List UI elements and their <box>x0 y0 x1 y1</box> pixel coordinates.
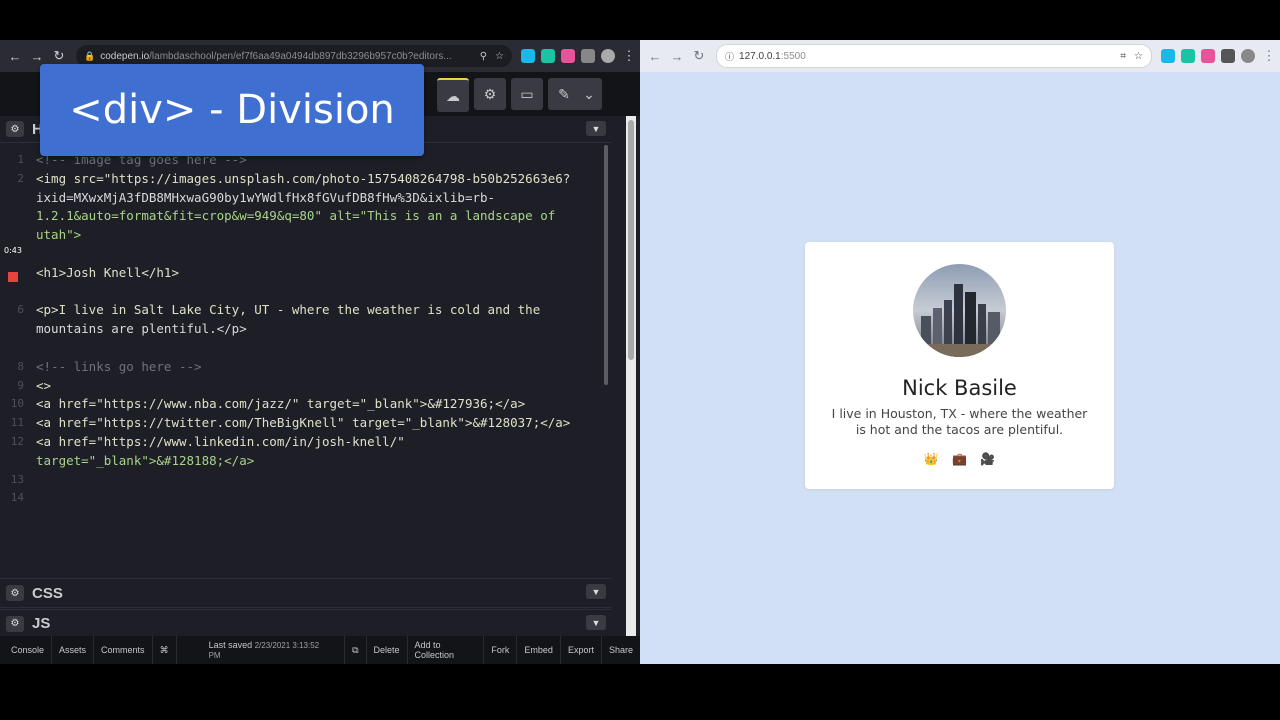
vimeo-extension-icon[interactable] <box>1161 49 1175 63</box>
menu-icon[interactable]: ⋮ <box>618 45 640 67</box>
cloud-icon[interactable]: ☁ <box>437 78 469 112</box>
profile-card: Nick Basile I live in Houston, TX - wher… <box>805 242 1114 489</box>
assets-button[interactable]: Assets <box>52 636 95 664</box>
lesson-title-overlay: <div> - Division <box>40 64 424 156</box>
url-host: 127.0.0.1 <box>739 50 781 62</box>
line-number: 6 <box>17 303 24 317</box>
css-panel-header[interactable]: ⚙ CSS ▼ <box>0 578 612 608</box>
right-browser-chrome: ← → ↻ ⓘ 127.0.0.1 :5500 ⌗ ☆ ⋮ <box>640 40 1280 72</box>
screen: ← → ↻ 🔒 codepen.io /lambdaschool/pen/ef7… <box>0 40 1280 664</box>
menu-icon[interactable]: ⋮ <box>1258 45 1280 67</box>
share-button[interactable]: Share <box>602 636 640 664</box>
css-collapse-chevron-icon[interactable]: ▼ <box>586 584 606 599</box>
puzzle-extension-icon[interactable] <box>1221 49 1235 63</box>
teal-extension-icon[interactable] <box>541 49 555 63</box>
video-camera-link-icon[interactable]: 🎥 <box>980 452 995 466</box>
star-icon[interactable]: ☆ <box>495 51 504 62</box>
comments-button[interactable]: Comments <box>94 636 153 664</box>
html-collapse-chevron-icon[interactable]: ▼ <box>586 121 606 136</box>
url-port: :5500 <box>780 50 806 62</box>
html-settings-gear-icon[interactable]: ⚙ <box>6 121 24 137</box>
codepen-footer: Console Assets Comments ⌘ Last saved 2/2… <box>0 636 640 664</box>
code-line[interactable]: <> <box>36 378 51 393</box>
preview-window: ← → ↻ ⓘ 127.0.0.1 :5500 ⌗ ☆ ⋮ Nick Basil… <box>640 40 1280 664</box>
briefcase-link-icon[interactable]: 💼 <box>952 452 967 466</box>
change-view-icon[interactable]: ▭ <box>511 78 543 110</box>
embed-button[interactable]: Embed <box>517 636 561 664</box>
vimeo-extension-icon[interactable] <box>521 49 535 63</box>
line-number: 10 <box>10 397 24 411</box>
code-line[interactable]: <!-- links go here --> <box>36 359 202 374</box>
lock-icon: 🔒 <box>84 50 96 61</box>
teal-extension-icon[interactable] <box>1181 49 1195 63</box>
delete-button[interactable]: Delete <box>367 636 408 664</box>
keyboard-shortcuts-button[interactable]: ⌘ <box>153 636 177 664</box>
last-saved-status: Last saved 2/23/2021 3:13:52 PM <box>209 640 323 660</box>
html-code-editor[interactable]: 1 <!-- image tag goes here --> 2 <img src="… <box>0 146 612 576</box>
url-domain: codepen.io <box>100 50 150 62</box>
css-panel-title: CSS <box>32 584 63 602</box>
line-number: 11 <box>10 416 24 430</box>
code-line[interactable]: 1.2.1&auto=format&fit=crop&w=949&q=80" a… <box>36 208 555 223</box>
url-path: /lambdaschool/pen/ef7f6aa49a0494db897db3… <box>149 50 452 62</box>
code-line[interactable]: ixid=MXwxMjA3fDB8MHxwaG90by1wYWdlfHx8fGV… <box>36 190 495 205</box>
address-bar[interactable]: ⓘ 127.0.0.1 :5500 ⌗ ☆ <box>716 44 1152 68</box>
console-button[interactable]: Console <box>0 636 53 664</box>
pink-extension-icon[interactable] <box>1201 49 1215 63</box>
line-number: 1 <box>17 153 24 166</box>
code-line[interactable]: mountains are plentiful.</p> <box>36 321 247 336</box>
editor-scrollbar[interactable] <box>604 145 608 385</box>
code-line[interactable]: target="_blank">&#128188;</a> <box>36 453 254 468</box>
profile-avatar[interactable] <box>1241 49 1255 63</box>
info-icon: ⓘ <box>725 51 735 62</box>
profile-name: Nick Basile <box>902 376 1017 400</box>
last-saved-label: Last saved <box>208 640 253 650</box>
line-number: 13 <box>10 472 24 486</box>
puzzle-extension-icon[interactable] <box>581 49 595 63</box>
codepen-window: ← → ↻ 🔒 codepen.io /lambdaschool/pen/ef7… <box>0 40 640 664</box>
line-number: 12 <box>10 435 24 448</box>
js-panel-title: JS <box>32 615 51 632</box>
fork-button[interactable]: Fork <box>484 636 518 664</box>
css-settings-gear-icon[interactable]: ⚙ <box>6 585 24 601</box>
line-number: 2 <box>17 171 24 185</box>
profile-bio: I live in Houston, TX - where the weathe… <box>831 406 1088 437</box>
code-line[interactable]: utah"> <box>36 227 81 242</box>
social-links: 👑 💼 🎥 <box>805 452 1114 466</box>
add-to-collection-button[interactable]: Add to Collection <box>408 636 485 664</box>
open-external-icon[interactable]: ⧉ <box>344 636 367 664</box>
code-line[interactable]: <p>I live in Salt Lake City, UT - where … <box>36 302 540 317</box>
profile-avatar-image <box>913 264 1006 357</box>
zoom-icon[interactable]: ⚲ <box>480 51 487 62</box>
back-icon[interactable]: ← <box>4 45 26 67</box>
code-line[interactable]: <a href="https://www.nba.com/jazz/" targ… <box>36 396 525 411</box>
code-line[interactable]: <a href="https://twitter.com/TheBigKnell… <box>36 415 570 430</box>
line-number: 9 <box>17 378 24 392</box>
crown-link-icon[interactable]: 👑 <box>924 452 939 466</box>
line-number: 8 <box>17 359 24 373</box>
js-settings-gear-icon[interactable]: ⚙ <box>6 615 24 632</box>
back-icon[interactable]: ← <box>644 45 666 67</box>
pink-extension-icon[interactable] <box>561 49 575 63</box>
code-line[interactable]: <h1>Josh Knell</h1> <box>36 265 179 280</box>
line-number: 14 <box>10 491 24 505</box>
pin-dropdown-chevron-icon[interactable]: ⌄ <box>576 78 602 110</box>
profile-avatar[interactable] <box>601 49 615 63</box>
star-icon[interactable]: ☆ <box>1134 51 1143 62</box>
forward-icon[interactable]: → <box>666 45 688 67</box>
js-collapse-chevron-icon[interactable]: ▼ <box>586 615 606 630</box>
page-scrollbar-thumb[interactable] <box>628 120 634 360</box>
qr-icon[interactable]: ⌗ <box>1120 51 1126 62</box>
video-timecode: 0:43 <box>4 246 22 255</box>
code-line[interactable]: <img src="https://images.unsplash.com/ph… <box>36 171 570 186</box>
settings-gear-icon[interactable]: ⚙ <box>474 78 506 110</box>
reload-icon[interactable]: ↻ <box>688 45 710 67</box>
code-line[interactable]: <a href="https://www.linkedin.com/in/jos… <box>36 434 405 449</box>
js-panel-header[interactable]: ⚙ JS ▼ <box>0 609 612 638</box>
record-indicator <box>8 272 18 282</box>
export-button[interactable]: Export <box>561 636 602 664</box>
